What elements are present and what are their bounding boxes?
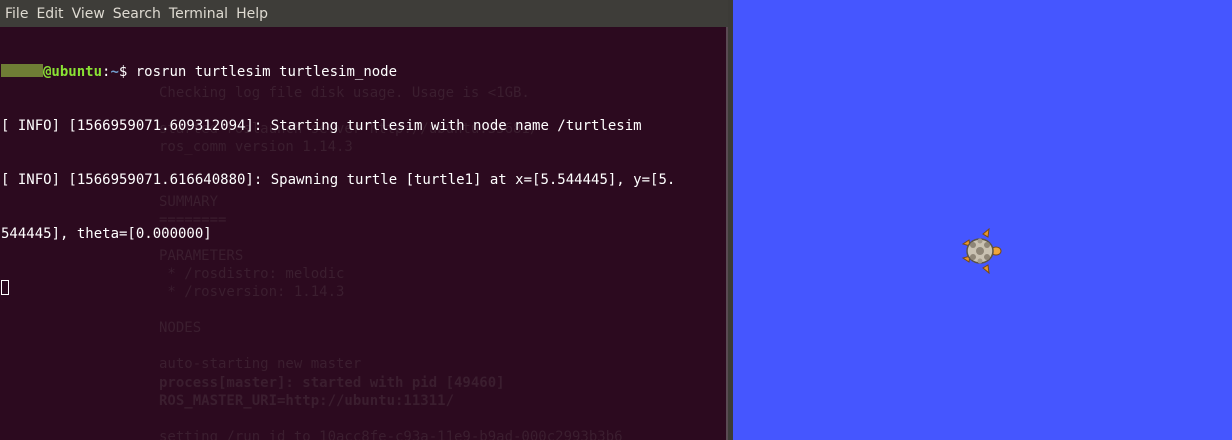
output-line: [ INFO] [1566959071.609312094]: Starting… bbox=[1, 118, 642, 134]
ghost-line bbox=[159, 337, 623, 355]
ghost-line: auto-starting new master bbox=[159, 356, 362, 373]
prompt-host: @ubuntu bbox=[43, 64, 103, 80]
ghost-line: process[master]: started with pid [49460… bbox=[159, 374, 505, 391]
output-line: 544445], theta=[0.000000] bbox=[1, 226, 212, 242]
menu-edit[interactable]: Edit bbox=[32, 6, 67, 22]
turtle-icon bbox=[961, 228, 1002, 274]
prompt-path: ~ bbox=[110, 64, 119, 80]
prompt-symbol: $ bbox=[118, 64, 136, 80]
terminal-output: @ubuntu:~$ rosrun turtlesim turtlesim_no… bbox=[1, 27, 675, 333]
terminal-window[interactable]: File Edit View Search Terminal Help Chec… bbox=[0, 0, 729, 440]
menu-search[interactable]: Search bbox=[109, 6, 165, 22]
ghost-line: ROS_MASTER_URI=http://ubuntu:11311/ bbox=[159, 392, 455, 409]
cursor-line[interactable] bbox=[1, 279, 675, 297]
turtlesim-canvas bbox=[733, 0, 1232, 440]
terminal-menubar: File Edit View Search Terminal Help bbox=[0, 0, 728, 27]
command-text: rosrun turtlesim turtlesim_node bbox=[135, 64, 398, 80]
menu-help[interactable]: Help bbox=[232, 6, 272, 22]
ghost-line bbox=[159, 410, 623, 428]
redacted-username bbox=[1, 64, 43, 77]
ghost-line: setting /run_id to 10acc8fe-c93a-11e9-b9… bbox=[159, 428, 623, 440]
terminal-cursor bbox=[1, 280, 9, 295]
menu-terminal[interactable]: Terminal bbox=[165, 6, 232, 22]
output-line: [ INFO] [1566959071.616640880]: Spawning… bbox=[1, 172, 676, 188]
menu-view[interactable]: View bbox=[68, 6, 109, 22]
menu-file[interactable]: File bbox=[0, 6, 32, 22]
prompt-line: @ubuntu:~$ rosrun turtlesim turtlesim_no… bbox=[1, 63, 675, 81]
terminal-body[interactable]: Checking log file disk usage. Usage is <… bbox=[0, 27, 728, 440]
